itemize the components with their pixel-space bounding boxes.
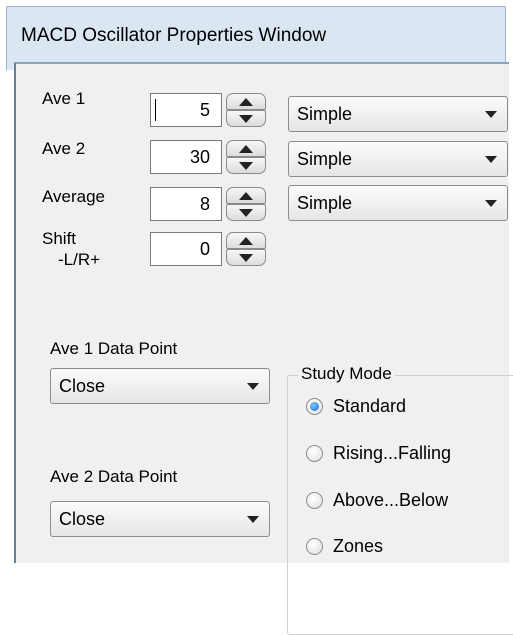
- shift-label: Shift: [42, 229, 77, 248]
- ave2-label: Ave 2: [42, 139, 86, 158]
- shift-spinner[interactable]: [226, 232, 266, 266]
- ave2-data-point-dropdown[interactable]: Close: [50, 501, 270, 537]
- chevron-down-icon: [485, 156, 497, 163]
- shift-input[interactable]: 0: [150, 232, 222, 266]
- radio-label: Rising...Falling: [333, 443, 452, 463]
- average-label: Average: [42, 187, 106, 206]
- ave2-spin-up-button[interactable]: [226, 140, 266, 157]
- average-input[interactable]: 8: [150, 187, 222, 221]
- ave2-type-dropdown[interactable]: Simple: [288, 141, 508, 177]
- study-mode-group: Study Mode Standard Rising...Falling Abo…: [287, 364, 513, 635]
- triangle-down-icon: [239, 162, 253, 170]
- ave2-input[interactable]: 30: [150, 140, 222, 174]
- ave1-label: Ave 1: [42, 89, 86, 108]
- ave1-spin-up-button[interactable]: [226, 93, 266, 110]
- triangle-down-icon: [239, 254, 253, 262]
- ave2-spinner[interactable]: [226, 140, 266, 174]
- triangle-down-icon: [239, 115, 253, 123]
- ave2-spin-down-button[interactable]: [226, 157, 266, 174]
- triangle-down-icon: [239, 209, 253, 217]
- radio-label: Above...Below: [333, 490, 449, 510]
- ave1-spinner[interactable]: [226, 93, 266, 127]
- radio-selected-icon[interactable]: [306, 398, 323, 415]
- average-type-value: Simple: [297, 193, 353, 213]
- window-title: MACD Oscillator Properties Window: [21, 25, 327, 46]
- chevron-down-icon: [247, 383, 259, 390]
- chevron-down-icon: [247, 516, 259, 523]
- radio-label: Zones: [333, 536, 384, 556]
- chevron-down-icon: [485, 111, 497, 118]
- shift-spin-down-button[interactable]: [226, 249, 266, 266]
- average-value: 8: [199, 194, 210, 214]
- triangle-up-icon: [239, 98, 253, 106]
- shift-value: 0: [199, 239, 210, 259]
- ave1-type-value: Simple: [297, 104, 353, 124]
- average-spin-down-button[interactable]: [226, 204, 266, 221]
- ave1-data-point-value: Close: [59, 376, 106, 396]
- radio-icon[interactable]: [306, 538, 323, 555]
- shift-spin-up-button[interactable]: [226, 232, 266, 249]
- title-bar[interactable]: MACD Oscillator Properties Window: [6, 6, 506, 70]
- triangle-up-icon: [239, 145, 253, 153]
- ave1-data-point-dropdown[interactable]: Close: [50, 368, 270, 404]
- ave2-data-point-value: Close: [59, 509, 106, 529]
- triangle-up-icon: [239, 192, 253, 200]
- ave2-value: 30: [189, 147, 210, 167]
- average-spin-up-button[interactable]: [226, 187, 266, 204]
- chevron-down-icon: [485, 200, 497, 207]
- shift-direction-label: -L/R+: [58, 250, 101, 269]
- radio-label: Standard: [333, 396, 407, 416]
- ave2-type-value: Simple: [297, 149, 353, 169]
- ave1-type-dropdown[interactable]: Simple: [288, 96, 508, 132]
- window-client-area: Ave 1 5 Simple Ave 2 30 Simple Average 8…: [14, 62, 513, 635]
- radio-icon[interactable]: [306, 492, 323, 509]
- radio-icon[interactable]: [306, 445, 323, 462]
- ave1-input[interactable]: 5: [150, 93, 222, 127]
- triangle-up-icon: [239, 237, 253, 245]
- ave1-data-point-label: Ave 1 Data Point: [50, 339, 178, 358]
- ave1-spin-down-button[interactable]: [226, 110, 266, 127]
- text-caret: [155, 99, 156, 121]
- average-spinner[interactable]: [226, 187, 266, 221]
- ave2-data-point-label: Ave 2 Data Point: [50, 467, 178, 486]
- ave1-value: 5: [199, 100, 210, 120]
- properties-window: MACD Oscillator Properties Window Ave 1 …: [0, 0, 513, 635]
- average-type-dropdown[interactable]: Simple: [288, 185, 508, 221]
- study-mode-legend: Study Mode: [298, 364, 395, 384]
